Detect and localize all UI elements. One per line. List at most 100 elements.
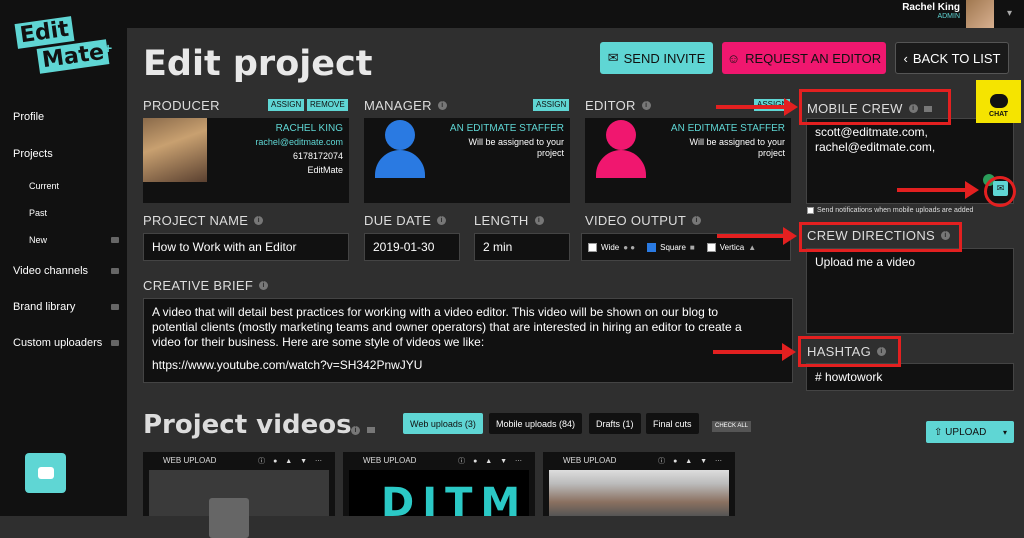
manager-note-2: project [536, 148, 564, 158]
producer-assign-button[interactable]: ASSIGN [268, 99, 305, 111]
creative-brief-line-2: potential clients (mostly marketing team… [152, 320, 742, 334]
producer-card: RACHEL KING rachel@editmate.com 61781720… [143, 118, 349, 203]
thumb-preview [149, 470, 329, 538]
length-label: LENGTH i [474, 213, 544, 228]
chevron-left-icon: ‹ [903, 50, 908, 66]
length-input[interactable]: 2 min [474, 233, 570, 261]
page-title: Edit project [143, 44, 373, 84]
editmate-logo[interactable]: Edit Mate + [14, 14, 113, 74]
arrow-annotation [717, 227, 797, 245]
producer-remove-button[interactable]: REMOVE [307, 99, 348, 111]
info-icon[interactable]: i [351, 426, 360, 435]
manager-name: AN EDITMATE STAFFER [449, 123, 564, 134]
info-icon[interactable]: i [641, 101, 651, 110]
check-all-button[interactable]: CHECK ALL [712, 421, 752, 432]
wide-checkbox[interactable] [588, 242, 597, 252]
video-thumbnail[interactable]: WEB UPLOAD ⓘ ● ▲ ▼ ⋯ DITM [343, 452, 535, 516]
mobile-crew-highlight [799, 89, 951, 125]
thumb-action-icons[interactable]: ⓘ ● ▲ ▼ ⋯ [458, 456, 525, 466]
tab-mobile-uploads[interactable]: Mobile uploads (84) [489, 413, 583, 434]
thumb-label: WEB UPLOAD [163, 456, 217, 465]
send-invite-button[interactable]: ✉ SEND INVITE [600, 42, 713, 74]
logo-plus: + [104, 40, 113, 56]
notify-label: Send notifications when mobile uploads a… [817, 207, 974, 214]
email-crew-highlight [984, 176, 1016, 207]
hashtag-input[interactable]: # howtowork [806, 363, 1014, 391]
video-thumbnail[interactable]: WEB UPLOAD ⓘ ● ▲ ▼ ⋯ [143, 452, 335, 538]
user-role: ADMIN [937, 13, 960, 20]
creative-brief-field[interactable]: A video that will detail best practices … [143, 298, 793, 383]
square-checkbox[interactable] [647, 242, 657, 252]
length-label-text: LENGTH [474, 213, 529, 228]
editor-label-text: EDITOR [585, 98, 636, 113]
arrow-annotation [897, 181, 979, 199]
camera-icon [111, 268, 119, 274]
request-editor-button[interactable]: ☺ REQUEST AN EDITOR [722, 42, 886, 74]
top-bar: Rachel King ADMIN ▾ [127, 0, 1024, 28]
user-name: Rachel King [902, 2, 960, 13]
tab-drafts[interactable]: Drafts (1) [589, 413, 641, 434]
chat-button[interactable]: CHAT [976, 80, 1021, 123]
vertical-checkbox[interactable] [706, 242, 716, 252]
producer-email[interactable]: rachel@editmate.com [255, 137, 343, 147]
chat-bubble-button[interactable] [25, 453, 66, 493]
camera-icon [111, 304, 119, 310]
send-invite-label: SEND INVITE [623, 50, 706, 66]
info-icon[interactable]: i [254, 216, 264, 225]
thumb-action-icons[interactable]: ⓘ ● ▲ ▼ ⋯ [258, 456, 325, 466]
producer-photo [143, 118, 207, 182]
sidebar-item-projects[interactable]: Projects [13, 148, 53, 160]
video-output-label: VIDEO OUTPUT i [585, 213, 702, 228]
camera-icon [111, 237, 119, 243]
sidebar-item-profile[interactable]: Profile [13, 111, 44, 123]
sidebar-item-past[interactable]: Past [29, 208, 47, 218]
editor-placeholder-avatar [591, 118, 651, 188]
editor-name: AN EDITMATE STAFFER [670, 123, 785, 134]
back-to-list-button[interactable]: ‹ BACK TO LIST [895, 42, 1009, 74]
manager-placeholder-avatar [370, 118, 430, 188]
sidebar-item-custom-uploaders[interactable]: Custom uploaders [13, 337, 102, 349]
mobile-crew-line-1: scott@editmate.com, [815, 125, 928, 139]
wide-label: Wide [601, 242, 620, 252]
manager-assign-button[interactable]: ASSIGN [533, 99, 570, 111]
arrow-annotation [713, 343, 796, 361]
sidebar-item-video-channels[interactable]: Video channels [13, 265, 88, 277]
notify-checkbox-row[interactable]: Send notifications when mobile uploads a… [807, 207, 973, 214]
notify-checkbox[interactable] [807, 207, 814, 214]
info-icon[interactable]: i [437, 101, 447, 110]
tab-web-uploads[interactable]: Web uploads (3) [403, 413, 483, 434]
thumb-action-icons[interactable]: ⓘ ● ▲ ▼ ⋯ [658, 456, 725, 466]
chevron-down-icon[interactable]: ▾ [1007, 8, 1012, 19]
project-name-label: PROJECT NAME i [143, 213, 264, 228]
crew-directions-field[interactable]: Upload me a video [806, 248, 1014, 334]
tab-final-cuts[interactable]: Final cuts [646, 413, 699, 434]
chevron-down-icon[interactable]: ▾ [1003, 428, 1007, 437]
file-icon [209, 498, 249, 538]
upload-button[interactable]: ⇧ UPLOAD ▾ [926, 421, 1014, 443]
thumb-preview [549, 470, 729, 516]
info-icon[interactable]: i [692, 216, 702, 225]
project-videos-title: Project videos [143, 410, 352, 440]
chat-icon [989, 94, 1008, 108]
mobile-crew-line-2: rachel@editmate.com, [815, 140, 936, 154]
producer-name: RACHEL KING [275, 123, 343, 134]
creative-brief-line-1: A video that will detail best practices … [152, 305, 719, 319]
manager-label-text: MANAGER [364, 98, 432, 113]
sidebar-item-new[interactable]: New [29, 235, 47, 245]
manager-note-1: Will be assigned to your [468, 137, 564, 147]
upload-label: UPLOAD [945, 426, 987, 438]
due-date-input[interactable]: 2019-01-30 [364, 233, 460, 261]
vertical-label: Vertica [719, 242, 745, 252]
project-name-input[interactable]: How to Work with an Editor [143, 233, 349, 261]
manager-label: MANAGER i [364, 98, 447, 113]
sidebar-item-current[interactable]: Current [29, 181, 59, 191]
avatar[interactable] [966, 0, 994, 28]
editor-label: EDITOR i [585, 98, 651, 113]
info-icon[interactable]: i [534, 216, 544, 225]
sidebar-item-brand-library[interactable]: Brand library [13, 301, 75, 313]
info-icon[interactable]: i [259, 281, 269, 290]
video-thumbnail[interactable]: WEB UPLOAD ⓘ ● ▲ ▼ ⋯ [543, 452, 735, 516]
info-icon[interactable]: i [437, 216, 447, 225]
envelope-icon: ✉ [607, 50, 619, 65]
editor-card: AN EDITMATE STAFFER Will be assigned to … [585, 118, 791, 203]
